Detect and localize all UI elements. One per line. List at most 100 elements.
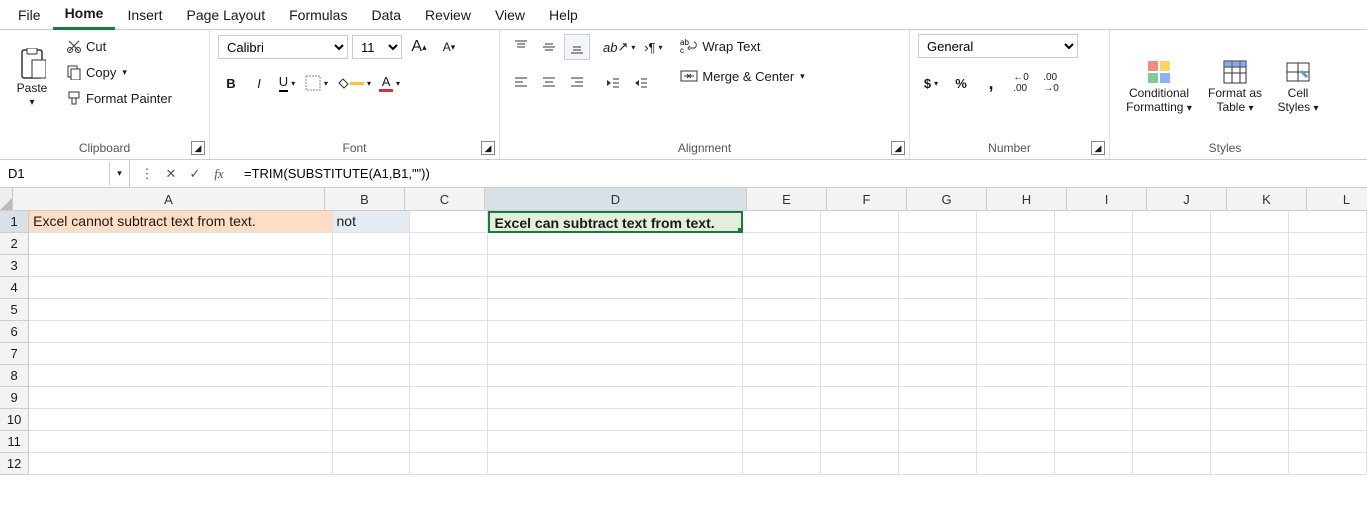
italic-button[interactable]: I <box>246 70 272 96</box>
cell-G9[interactable] <box>899 387 977 409</box>
format-as-table-button[interactable]: Format asTable ▾ <box>1200 43 1270 131</box>
align-bottom-button[interactable] <box>564 34 590 60</box>
column-header-D[interactable]: D <box>485 188 747 210</box>
cell-I12[interactable] <box>1055 453 1133 475</box>
cell-C4[interactable] <box>410 277 488 299</box>
conditional-formatting-button[interactable]: ConditionalFormatting ▾ <box>1118 43 1200 131</box>
tab-file[interactable]: File <box>6 1 53 29</box>
column-header-F[interactable]: F <box>827 188 907 210</box>
row-header-7[interactable]: 7 <box>0 343 29 365</box>
cell-F4[interactable] <box>821 277 899 299</box>
cell-H7[interactable] <box>977 343 1055 365</box>
cell-G7[interactable] <box>899 343 977 365</box>
cell-J7[interactable] <box>1133 343 1211 365</box>
cell-B3[interactable] <box>333 255 411 277</box>
cell-H1[interactable] <box>977 211 1055 233</box>
cell-B11[interactable] <box>333 431 411 453</box>
alignment-launcher[interactable]: ◢ <box>891 141 905 155</box>
number-launcher[interactable]: ◢ <box>1091 141 1105 155</box>
wrap-text-button[interactable]: abc Wrap Text <box>676 34 808 58</box>
column-header-C[interactable]: C <box>405 188 485 210</box>
cell-E5[interactable] <box>743 299 821 321</box>
text-direction-button[interactable]: ›¶▾ <box>640 34 666 60</box>
cell-A8[interactable] <box>29 365 332 387</box>
tab-review[interactable]: Review <box>413 1 483 29</box>
cell-B10[interactable] <box>333 409 411 431</box>
cell-L12[interactable] <box>1289 453 1367 475</box>
merge-center-button[interactable]: Merge & Center ▾ <box>676 64 808 88</box>
increase-decimal-button[interactable]: ←0.00 <box>1008 70 1034 96</box>
fx-button[interactable]: fx <box>210 165 228 183</box>
cell-D10[interactable] <box>488 409 743 431</box>
cell-K12[interactable] <box>1211 453 1289 475</box>
cell-B6[interactable] <box>333 321 411 343</box>
cell-C10[interactable] <box>410 409 488 431</box>
borders-button[interactable]: ▾ <box>302 70 331 96</box>
cell-K7[interactable] <box>1211 343 1289 365</box>
cell-E1[interactable] <box>743 211 821 233</box>
cell-I3[interactable] <box>1055 255 1133 277</box>
cell-K11[interactable] <box>1211 431 1289 453</box>
cell-B1[interactable]: not <box>333 211 411 233</box>
cell-L5[interactable] <box>1289 299 1367 321</box>
row-header-2[interactable]: 2 <box>0 233 29 255</box>
align-right-button[interactable] <box>564 70 590 96</box>
cell-K10[interactable] <box>1211 409 1289 431</box>
decrease-font-button[interactable]: A▾ <box>436 34 462 60</box>
cell-G11[interactable] <box>899 431 977 453</box>
font-launcher[interactable]: ◢ <box>481 141 495 155</box>
cell-G12[interactable] <box>899 453 977 475</box>
cell-J2[interactable] <box>1133 233 1211 255</box>
tab-help[interactable]: Help <box>537 1 590 29</box>
tab-home[interactable]: Home <box>53 0 116 30</box>
cell-I5[interactable] <box>1055 299 1133 321</box>
cell-A9[interactable] <box>29 387 332 409</box>
cell-L2[interactable] <box>1289 233 1367 255</box>
cell-A3[interactable] <box>29 255 332 277</box>
cell-I8[interactable] <box>1055 365 1133 387</box>
cell-F1[interactable] <box>821 211 899 233</box>
cell-C9[interactable] <box>410 387 488 409</box>
cell-D7[interactable] <box>488 343 743 365</box>
cell-C3[interactable] <box>410 255 488 277</box>
cell-G6[interactable] <box>899 321 977 343</box>
cell-F11[interactable] <box>821 431 899 453</box>
align-center-button[interactable] <box>536 70 562 96</box>
align-top-button[interactable] <box>508 34 534 60</box>
cell-A12[interactable] <box>29 453 332 475</box>
cell-F2[interactable] <box>821 233 899 255</box>
cell-A1[interactable]: Excel cannot subtract text from text. <box>29 211 332 233</box>
cell-E11[interactable] <box>743 431 821 453</box>
orientation-button[interactable]: ab↗▾ <box>600 34 638 60</box>
column-header-K[interactable]: K <box>1227 188 1307 210</box>
cell-B2[interactable] <box>333 233 411 255</box>
cell-L7[interactable] <box>1289 343 1367 365</box>
cell-F9[interactable] <box>821 387 899 409</box>
percent-button[interactable]: % <box>948 70 974 96</box>
cell-H4[interactable] <box>977 277 1055 299</box>
enter-formula-button[interactable]: ✓ <box>186 165 204 183</box>
cell-C1[interactable] <box>410 211 488 233</box>
row-header-8[interactable]: 8 <box>0 365 29 387</box>
cell-H5[interactable] <box>977 299 1055 321</box>
cell-A6[interactable] <box>29 321 332 343</box>
cell-D9[interactable] <box>488 387 743 409</box>
bold-button[interactable]: B <box>218 70 244 96</box>
cell-C5[interactable] <box>410 299 488 321</box>
format-painter-button[interactable]: Format Painter <box>62 86 176 110</box>
cell-J3[interactable] <box>1133 255 1211 277</box>
cell-H6[interactable] <box>977 321 1055 343</box>
cell-L6[interactable] <box>1289 321 1367 343</box>
cell-B7[interactable] <box>333 343 411 365</box>
cell-F5[interactable] <box>821 299 899 321</box>
cell-B8[interactable] <box>333 365 411 387</box>
cell-K2[interactable] <box>1211 233 1289 255</box>
increase-indent-button[interactable] <box>628 70 654 96</box>
column-header-B[interactable]: B <box>325 188 405 210</box>
row-header-4[interactable]: 4 <box>0 277 29 299</box>
cell-E4[interactable] <box>743 277 821 299</box>
decrease-decimal-button[interactable]: .00→0 <box>1038 70 1064 96</box>
font-size-select[interactable]: 11 <box>352 35 402 59</box>
cell-E7[interactable] <box>743 343 821 365</box>
increase-font-button[interactable]: A▴ <box>406 34 432 60</box>
